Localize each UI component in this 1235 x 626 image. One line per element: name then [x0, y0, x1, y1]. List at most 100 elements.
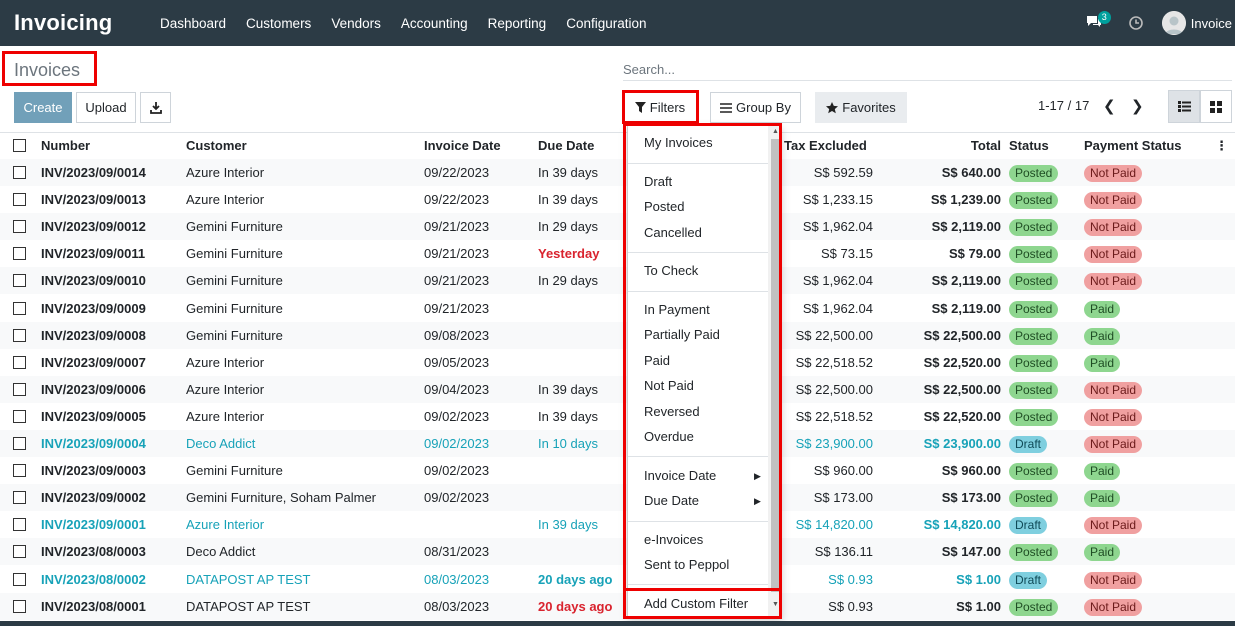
list-view-button[interactable]: [1168, 90, 1200, 123]
row-checkbox[interactable]: [13, 166, 26, 179]
row-checkbox[interactable]: [13, 274, 26, 288]
table-row[interactable]: INV/2023/08/0002 DATAPOST AP TEST 08/03/20…: [0, 565, 1235, 593]
row-checkbox[interactable]: [13, 518, 26, 532]
chevron-right-icon[interactable]: ❯: [1131, 97, 1144, 115]
pager-value[interactable]: 1-17 / 17: [1038, 98, 1089, 113]
invoice-number: INV/2023/09/0008: [41, 327, 146, 343]
row-checkbox[interactable]: [13, 437, 26, 450]
upload-button[interactable]: Upload: [76, 92, 136, 123]
invoice-date: 08/03/2023: [424, 598, 490, 614]
row-checkbox[interactable]: [13, 545, 26, 559]
menu-configuration[interactable]: Configuration: [566, 16, 646, 31]
table-row[interactable]: INV/2023/08/0001 DATAPOST AP TEST 08/03/20…: [0, 592, 1235, 620]
kanban-view-button[interactable]: [1200, 90, 1232, 123]
invoice-date: 09/02/2023: [424, 490, 490, 506]
search-input[interactable]: Search...: [623, 58, 1232, 81]
table-row[interactable]: INV/2023/09/0008 Gemini Furniture 09/08/20…: [0, 321, 1235, 349]
customer-name: Deco Addict: [186, 436, 256, 451]
menu-accounting[interactable]: Accounting: [401, 16, 468, 31]
column-customer[interactable]: Customer: [186, 133, 247, 158]
invoice-number: INV/2023/09/0014: [41, 165, 146, 180]
avatar[interactable]: [1161, 11, 1186, 35]
status-badge: Posted: [1009, 273, 1059, 291]
table-row[interactable]: INV/2023/08/0003 Deco Addict 08/31/2023 S$ …: [0, 538, 1235, 566]
table-row[interactable]: INV/2023/09/0013 Azure Interior 09/22/2023…: [0, 186, 1235, 214]
column-invoice-date[interactable]: Invoice Date: [424, 133, 501, 158]
top-navbar: Invoicing Dashboard Customers Vendors Ac…: [0, 0, 1235, 46]
column-total[interactable]: Total: [971, 133, 1001, 158]
row-checkbox[interactable]: [13, 572, 26, 586]
row-checkbox[interactable]: [13, 247, 26, 261]
column-number[interactable]: Number: [41, 133, 90, 158]
table-row[interactable]: INV/2023/09/0004 Deco Addict 09/02/2023 In …: [0, 430, 1235, 457]
row-checkbox[interactable]: [13, 328, 26, 342]
customer-name: Azure Interior: [186, 165, 265, 180]
customer-name: Gemini Furniture: [186, 300, 283, 316]
favorites-label: Favorites: [842, 100, 896, 115]
payment-status-badge: Not Paid: [1084, 219, 1143, 237]
customer-name: Gemini Furniture: [186, 327, 283, 343]
create-button[interactable]: Create: [14, 92, 72, 123]
invoice-date: 09/04/2023: [424, 381, 490, 397]
row-checkbox[interactable]: [13, 355, 26, 369]
row-checkbox[interactable]: [13, 464, 26, 478]
table-row[interactable]: INV/2023/09/0005 Azure Interior 09/02/2023…: [0, 402, 1235, 430]
tax-excluded-amount: S$ 1,962.04: [802, 300, 873, 316]
table-row[interactable]: INV/2023/09/0012 Gemini Furniture 09/21/20…: [0, 213, 1235, 241]
group-by-button[interactable]: Group By: [710, 92, 801, 123]
highlight-box-filters: [622, 90, 699, 124]
favorites-button[interactable]: Favorites: [815, 92, 907, 123]
column-status[interactable]: Status: [1009, 133, 1049, 158]
table-row[interactable]: INV/2023/09/0007 Azure Interior 09/05/2023…: [0, 348, 1235, 376]
table-row[interactable]: INV/2023/09/0009 Gemini Furniture 09/21/20…: [0, 294, 1235, 322]
row-checkbox[interactable]: [13, 301, 26, 315]
invoice-number: INV/2023/09/0009: [41, 300, 146, 316]
menu-customers[interactable]: Customers: [246, 16, 311, 31]
invoice-date: 09/02/2023: [424, 408, 490, 424]
tax-excluded-amount: S$ 23,900.00: [795, 436, 873, 451]
table-row[interactable]: INV/2023/09/0011 Gemini Furniture 09/21/20…: [0, 240, 1235, 268]
status-badge: Draft: [1009, 517, 1048, 535]
select-all-checkbox[interactable]: [13, 139, 26, 152]
payment-status-badge: Not Paid: [1084, 408, 1143, 426]
user-name[interactable]: Invoice: [1191, 16, 1232, 31]
row-checkbox[interactable]: [13, 220, 26, 234]
customer-name: Deco Addict: [186, 544, 256, 560]
chevron-left-icon[interactable]: ❮: [1103, 97, 1116, 115]
column-payment-status[interactable]: Payment Status: [1084, 133, 1182, 158]
table-row[interactable]: INV/2023/09/0002 Gemini Furniture, Soham …: [0, 484, 1235, 512]
row-checkbox[interactable]: [13, 599, 26, 613]
row-checkbox[interactable]: [13, 193, 26, 207]
invoice-number: INV/2023/09/0012: [41, 219, 146, 235]
menu-dashboard[interactable]: Dashboard: [160, 16, 226, 31]
payment-status-badge: Not Paid: [1084, 598, 1143, 616]
download-button[interactable]: [140, 92, 171, 123]
app-brand[interactable]: Invoicing: [14, 10, 160, 36]
row-checkbox[interactable]: [13, 409, 26, 423]
clock-icon[interactable]: [1128, 15, 1144, 31]
table-row[interactable]: INV/2023/09/0003 Gemini Furniture 09/02/20…: [0, 457, 1235, 485]
customer-name: Azure Interior: [186, 354, 265, 370]
row-checkbox[interactable]: [13, 382, 26, 396]
tax-excluded-amount: S$ 1,233.15: [802, 192, 873, 208]
column-options-icon[interactable]: ⋮: [1215, 133, 1228, 158]
column-due-date[interactable]: Due Date: [538, 133, 594, 158]
customer-name: Azure Interior: [186, 192, 265, 208]
due-date: In 29 days: [538, 219, 598, 235]
table-row[interactable]: INV/2023/09/0010 Gemini Furniture 09/21/20…: [0, 267, 1235, 295]
menu-reporting[interactable]: Reporting: [488, 16, 547, 31]
status-badge: Posted: [1009, 219, 1059, 237]
tax-excluded-amount: S$ 22,518.52: [795, 354, 873, 370]
invoice-date: 09/02/2023: [424, 463, 490, 479]
total-amount: S$ 23,900.00: [923, 436, 1001, 451]
column-tax-excluded[interactable]: Tax Excluded: [784, 133, 867, 158]
highlight-box-custom-filter: [623, 588, 782, 619]
tax-excluded-amount: S$ 0.93: [828, 598, 873, 614]
table-row[interactable]: INV/2023/09/0006 Azure Interior 09/04/2023…: [0, 375, 1235, 403]
status-badge: Posted: [1009, 246, 1059, 264]
table-row[interactable]: INV/2023/09/0014 Azure Interior 09/22/2023…: [0, 159, 1235, 186]
table-row[interactable]: INV/2023/09/0001 Azure Interior In 39 days…: [0, 511, 1235, 539]
row-checkbox[interactable]: [13, 491, 26, 505]
messages-button[interactable]: 3: [1086, 11, 1114, 33]
menu-vendors[interactable]: Vendors: [331, 16, 381, 31]
